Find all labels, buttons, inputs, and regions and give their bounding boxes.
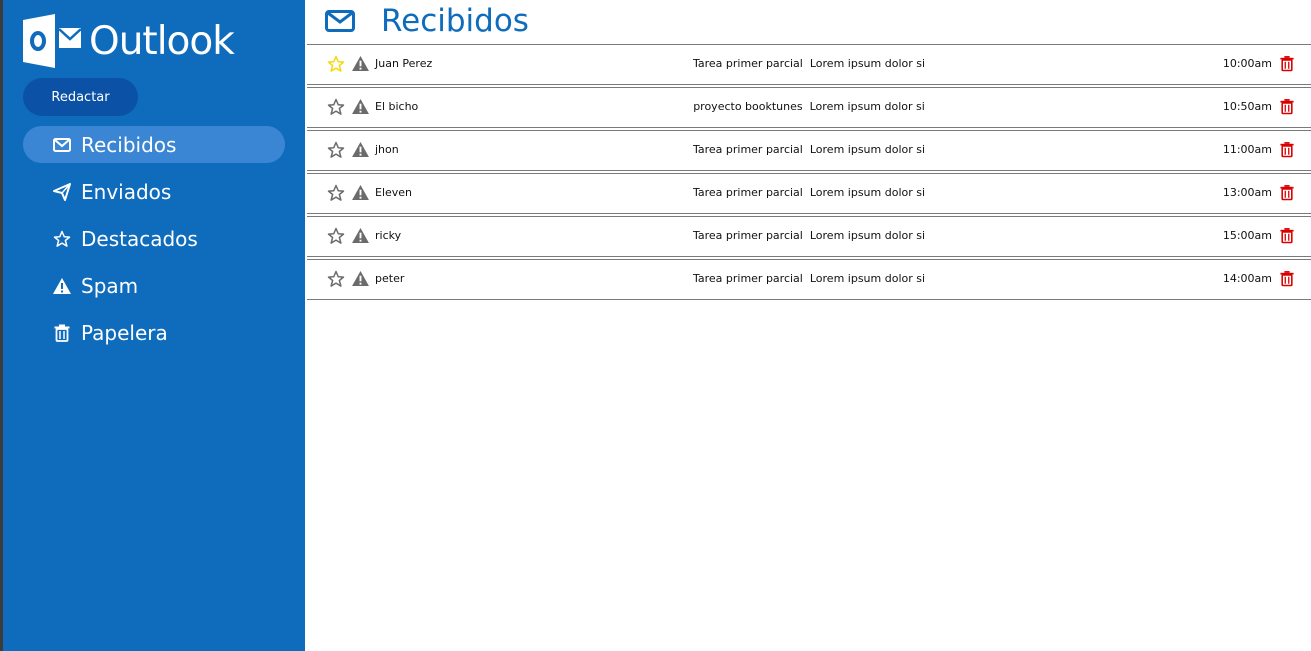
page-title: Recibidos xyxy=(381,2,529,39)
sidebar-item-destacados[interactable]: Destacados xyxy=(23,220,285,257)
envelope-icon xyxy=(325,10,357,32)
email-subject-line: Tarea primer parcial Lorem ipsum dolor s… xyxy=(307,186,1311,199)
warning-icon[interactable] xyxy=(352,56,369,75)
star-icon[interactable] xyxy=(327,141,345,163)
sidebar: Outlook Redactar Recibidos Enviados Dest… xyxy=(3,0,305,651)
trash-icon[interactable] xyxy=(1280,227,1294,248)
sidebar-item-enviados[interactable]: Enviados xyxy=(23,173,285,210)
warning-icon[interactable] xyxy=(352,142,369,161)
trash-icon[interactable] xyxy=(1280,55,1294,76)
trash-icon[interactable] xyxy=(1280,270,1294,291)
trash-icon[interactable] xyxy=(1280,184,1294,205)
email-row[interactable]: ricky Tarea primer parcial Lorem ipsum d… xyxy=(307,217,1311,260)
star-icon[interactable] xyxy=(327,227,345,249)
email-subject-line: Tarea primer parcial Lorem ipsum dolor s… xyxy=(307,229,1311,242)
email-time: 10:00am xyxy=(1222,57,1272,70)
page-header: Recibidos xyxy=(325,0,529,42)
email-sender: peter xyxy=(375,272,405,285)
email-subject: Tarea primer parcial xyxy=(692,143,803,156)
sidebar-item-recibidos[interactable]: Recibidos xyxy=(23,126,285,163)
warning-icon xyxy=(53,277,71,294)
email-time: 11:00am xyxy=(1222,143,1272,156)
email-sender: El bicho xyxy=(375,100,419,113)
sidebar-item-label: Papelera xyxy=(81,320,168,345)
email-time: 10:50am xyxy=(1222,100,1272,113)
email-row[interactable]: El bicho proyecto booktunes Lorem ipsum … xyxy=(307,88,1311,131)
email-subject: Tarea primer parcial xyxy=(692,57,803,70)
sidebar-item-label: Spam xyxy=(81,273,139,298)
star-icon[interactable] xyxy=(327,270,345,292)
email-subject-line: Tarea primer parcial Lorem ipsum dolor s… xyxy=(307,57,1311,70)
email-sender: jhon xyxy=(375,143,399,156)
email-subject: Tarea primer parcial xyxy=(692,272,803,285)
star-icon[interactable] xyxy=(327,184,345,206)
email-sender: ricky xyxy=(375,229,402,242)
outlook-logo: Outlook xyxy=(23,14,235,68)
sidebar-item-label: Enviados xyxy=(81,179,172,204)
app-title: Outlook xyxy=(89,18,235,64)
email-row[interactable]: Eleven Tarea primer parcial Lorem ipsum … xyxy=(307,174,1311,217)
main-panel: Recibidos Juan Perez Tarea primer parcia… xyxy=(305,0,1311,651)
star-icon xyxy=(53,230,71,248)
envelope-icon xyxy=(53,137,71,152)
email-subject-line: proyecto booktunes Lorem ipsum dolor si xyxy=(307,100,1311,113)
email-preview: Lorem ipsum dolor si xyxy=(809,272,926,285)
warning-icon[interactable] xyxy=(352,185,369,204)
sidebar-item-papelera[interactable]: Papelera xyxy=(23,314,285,351)
sidebar-item-label: Destacados xyxy=(81,226,198,251)
email-preview: Lorem ipsum dolor si xyxy=(809,143,926,156)
email-sender: Juan Perez xyxy=(375,57,433,70)
email-subject-line: Tarea primer parcial Lorem ipsum dolor s… xyxy=(307,272,1311,285)
email-time: 14:00am xyxy=(1222,272,1272,285)
email-preview: Lorem ipsum dolor si xyxy=(809,100,925,113)
email-preview: Lorem ipsum dolor si xyxy=(809,57,926,70)
sidebar-item-label: Recibidos xyxy=(81,132,177,157)
email-time: 13:00am xyxy=(1222,186,1272,199)
email-sender: Eleven xyxy=(375,186,413,199)
email-preview: Lorem ipsum dolor si xyxy=(809,186,926,199)
email-subject-line: Tarea primer parcial Lorem ipsum dolor s… xyxy=(307,143,1311,156)
outlook-logo-icon xyxy=(23,14,82,68)
email-preview: Lorem ipsum dolor si xyxy=(809,229,926,242)
email-list: Juan Perez Tarea primer parcial Lorem ip… xyxy=(307,44,1311,300)
email-subject: Tarea primer parcial xyxy=(692,229,803,242)
warning-icon[interactable] xyxy=(352,271,369,290)
outlook-app: Outlook Redactar Recibidos Enviados Dest… xyxy=(0,0,1311,651)
warning-icon[interactable] xyxy=(352,228,369,247)
star-icon[interactable] xyxy=(327,55,345,77)
email-row[interactable]: jhon Tarea primer parcial Lorem ipsum do… xyxy=(307,131,1311,174)
trash-icon xyxy=(53,324,71,342)
email-subject: Tarea primer parcial xyxy=(692,186,803,199)
sidebar-nav: Recibidos Enviados Destacados Spam Papel… xyxy=(23,126,285,361)
email-time: 15:00am xyxy=(1222,229,1272,242)
compose-button[interactable]: Redactar xyxy=(23,78,138,116)
email-row[interactable]: peter Tarea primer parcial Lorem ipsum d… xyxy=(307,260,1311,300)
email-row[interactable]: Juan Perez Tarea primer parcial Lorem ip… xyxy=(307,45,1311,88)
trash-icon[interactable] xyxy=(1280,141,1294,162)
email-subject: proyecto booktunes xyxy=(693,100,803,113)
trash-icon[interactable] xyxy=(1280,98,1294,119)
sidebar-item-spam[interactable]: Spam xyxy=(23,267,285,304)
warning-icon[interactable] xyxy=(352,99,369,118)
paper-plane-icon xyxy=(53,182,71,201)
star-icon[interactable] xyxy=(327,98,345,120)
